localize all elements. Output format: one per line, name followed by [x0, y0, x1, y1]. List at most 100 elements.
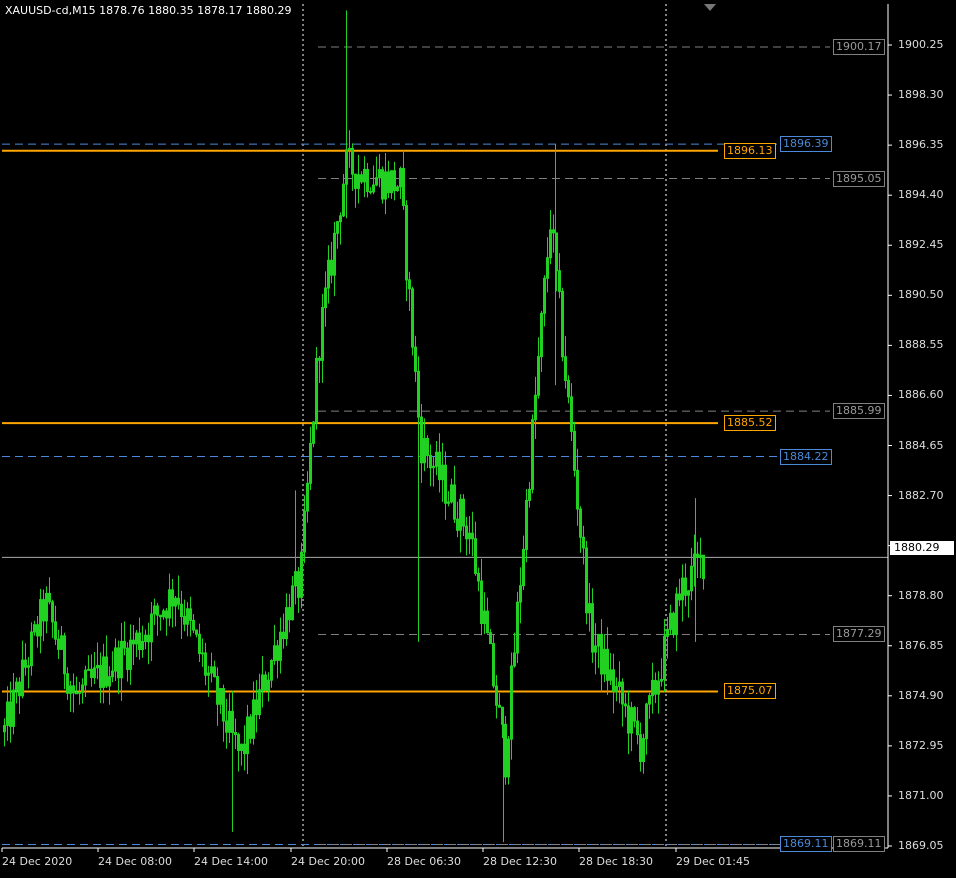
- candle: [99, 652, 102, 703]
- candle: [21, 640, 24, 699]
- candle: [477, 567, 480, 592]
- candle: [60, 625, 63, 650]
- candle: [609, 653, 612, 686]
- candle: [87, 655, 90, 671]
- price-tick-label: 1876.85: [898, 638, 944, 652]
- candle: [429, 444, 432, 487]
- candle: [255, 680, 258, 733]
- price-chart[interactable]: XAUUSD-cd,M15 1878.76 1880.35 1878.17 18…: [0, 0, 956, 878]
- candle: [657, 671, 660, 714]
- level-label-gray: 1885.99: [833, 403, 885, 420]
- candle: [390, 170, 393, 199]
- candle: [177, 575, 180, 610]
- candle: [351, 143, 354, 191]
- candle: [681, 564, 684, 622]
- candle: [537, 337, 540, 399]
- candle: [621, 678, 624, 727]
- time-tick-label: 28 Dec 18:30: [579, 855, 653, 868]
- price-tick-label: 1872.95: [898, 738, 944, 752]
- candle: [120, 623, 123, 701]
- scroll-shift-icon[interactable]: [704, 4, 716, 11]
- candle: [243, 725, 246, 771]
- candle: [546, 237, 549, 293]
- candle: [51, 599, 54, 638]
- price-tick-label: 1882.70: [898, 488, 944, 502]
- candle: [357, 154, 360, 204]
- time-tick-label: 24 Dec 14:00: [194, 855, 268, 868]
- candle: [153, 598, 156, 626]
- candle: [342, 173, 345, 218]
- candle: [324, 271, 327, 327]
- candle: [423, 418, 426, 472]
- candle: [129, 624, 132, 685]
- candle: [420, 404, 423, 484]
- candle: [399, 166, 402, 199]
- candle: [492, 634, 495, 689]
- candle: [201, 638, 204, 667]
- candle: [624, 693, 627, 718]
- candle: [585, 540, 588, 625]
- candle: [648, 693, 651, 719]
- candle: [189, 596, 192, 637]
- candle: [567, 375, 570, 404]
- candle-body: [369, 190, 372, 193]
- candle: [534, 376, 537, 439]
- candle: [165, 608, 168, 636]
- symbol-info: XAUUSD-cd,M15 1878.76 1880.35 1878.17 18…: [5, 4, 292, 17]
- candle: [453, 465, 456, 524]
- level-label-orange: 1896.13: [724, 142, 776, 159]
- time-tick-label: 24 Dec 08:00: [98, 855, 172, 868]
- candle: [54, 605, 57, 646]
- time-tick-label: 28 Dec 12:30: [483, 855, 557, 868]
- candle: [15, 677, 18, 704]
- candle: [270, 659, 273, 688]
- candle: [57, 629, 60, 660]
- candle: [576, 448, 579, 526]
- candle: [465, 517, 468, 556]
- candle: [78, 681, 81, 705]
- candle: [102, 643, 105, 704]
- candle: [45, 586, 48, 634]
- candle: [666, 616, 669, 659]
- candle: [564, 336, 567, 389]
- candle-body: [201, 652, 204, 655]
- candle: [219, 687, 222, 714]
- candle: [237, 732, 240, 772]
- chart-canvas[interactable]: [0, 0, 956, 878]
- candle: [597, 633, 600, 669]
- candle: [459, 494, 462, 553]
- price-tick-label: 1900.25: [898, 38, 944, 51]
- candle: [552, 214, 555, 253]
- candle: [327, 245, 330, 304]
- candle: [321, 294, 324, 383]
- candle: [435, 440, 438, 476]
- price-tick-label: 1890.50: [898, 288, 944, 302]
- candle: [432, 457, 435, 487]
- candle: [354, 173, 357, 208]
- candle: [606, 627, 609, 695]
- level-label-blue: 1896.39: [780, 136, 832, 153]
- price-tick-label: 1896.35: [898, 138, 944, 152]
- level-label-gray: 1900.17: [833, 39, 885, 56]
- candle: [261, 655, 264, 708]
- candle: [573, 421, 576, 477]
- candle: [690, 547, 693, 601]
- candle: [489, 629, 492, 645]
- candle: [441, 442, 444, 502]
- time-tick-label: 24 Dec 2020: [2, 855, 73, 868]
- candle: [570, 383, 573, 441]
- candle: [636, 707, 639, 745]
- candle: [630, 701, 633, 752]
- candle: [639, 722, 642, 772]
- candle: [114, 638, 117, 682]
- candle: [651, 662, 654, 714]
- candle: [276, 639, 279, 679]
- time-tick-label: 24 Dec 20:00: [291, 855, 365, 868]
- candle: [12, 673, 15, 735]
- candle: [687, 590, 690, 618]
- candle: [312, 420, 315, 448]
- candle: [27, 657, 30, 689]
- candle: [159, 614, 162, 631]
- candle: [480, 558, 483, 636]
- candle: [543, 275, 546, 327]
